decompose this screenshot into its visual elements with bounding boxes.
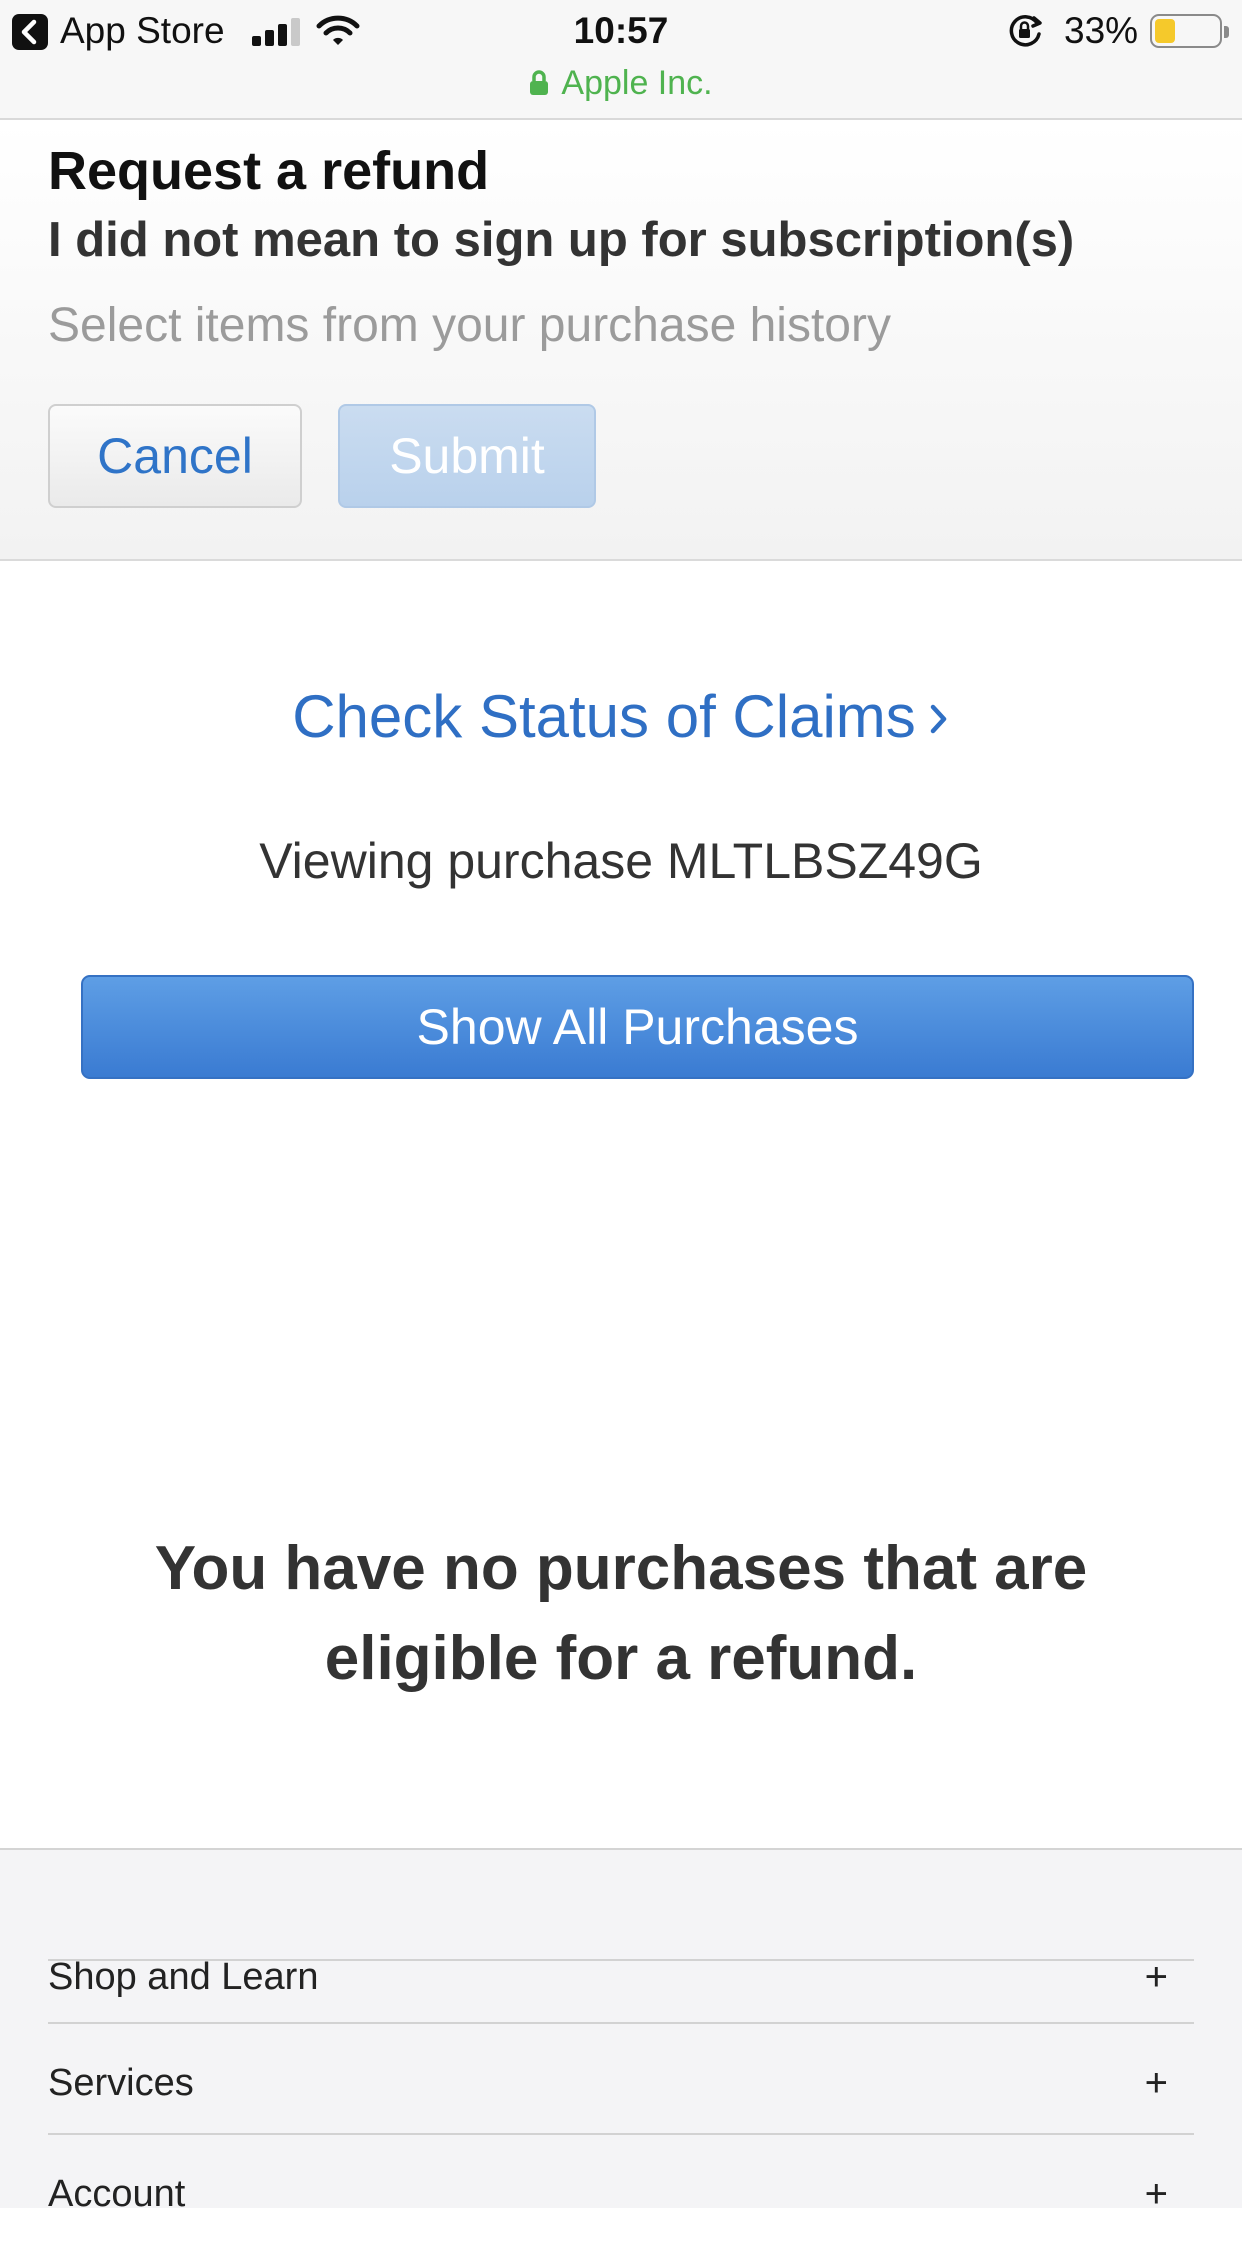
- footer: Shop and Learn + Services + Account +: [0, 1848, 1242, 2216]
- footer-item-label: Account: [48, 2173, 186, 2215]
- refund-hint: Select items from your purchase history: [48, 299, 891, 352]
- plus-icon: +: [1144, 2172, 1168, 2216]
- check-status-link[interactable]: Check Status of Claims: [0, 682, 1242, 752]
- footer-item-services[interactable]: Services +: [48, 2024, 1194, 2135]
- chevron-right-icon: [930, 704, 947, 734]
- rotation-lock-icon: [1009, 15, 1042, 47]
- status-row: App Store 10:57 33%: [0, 0, 1242, 62]
- plus-icon: +: [1144, 2061, 1168, 2105]
- battery-percent: 33%: [1064, 10, 1139, 51]
- page-title: Request a refund: [48, 141, 490, 201]
- battery-nub: [1224, 26, 1229, 38]
- lock-icon: [530, 70, 549, 95]
- status-bar: App Store 10:57 33% Apple Inc.: [0, 0, 1242, 120]
- battery-level-fill: [1155, 19, 1175, 43]
- footer-divider-1: [48, 1850, 1194, 2024]
- footer-item-label: Services: [48, 2062, 194, 2104]
- footer-item-account[interactable]: Account +: [48, 2135, 1194, 2246]
- refund-reason: I did not mean to sign up for subscripti…: [48, 213, 1075, 267]
- cancel-button[interactable]: Cancel: [48, 404, 302, 508]
- battery-icon: [1150, 14, 1229, 48]
- clock: 10:57: [573, 10, 669, 51]
- viewing-purchase-text: Viewing purchase MLTLBSZ49G: [259, 833, 983, 889]
- refund-request-panel: Request a refund I did not mean to sign …: [0, 121, 1242, 561]
- address-bar[interactable]: Apple Inc.: [0, 60, 1242, 106]
- check-status-label: Check Status of Claims: [292, 683, 916, 750]
- show-all-purchases-button[interactable]: Show All Purchases: [81, 975, 1194, 1079]
- url-host: Apple Inc.: [561, 64, 713, 102]
- submit-button[interactable]: Submit: [338, 404, 596, 508]
- no-purchases-message: You have no purchases that are eligible …: [154, 1534, 1088, 1693]
